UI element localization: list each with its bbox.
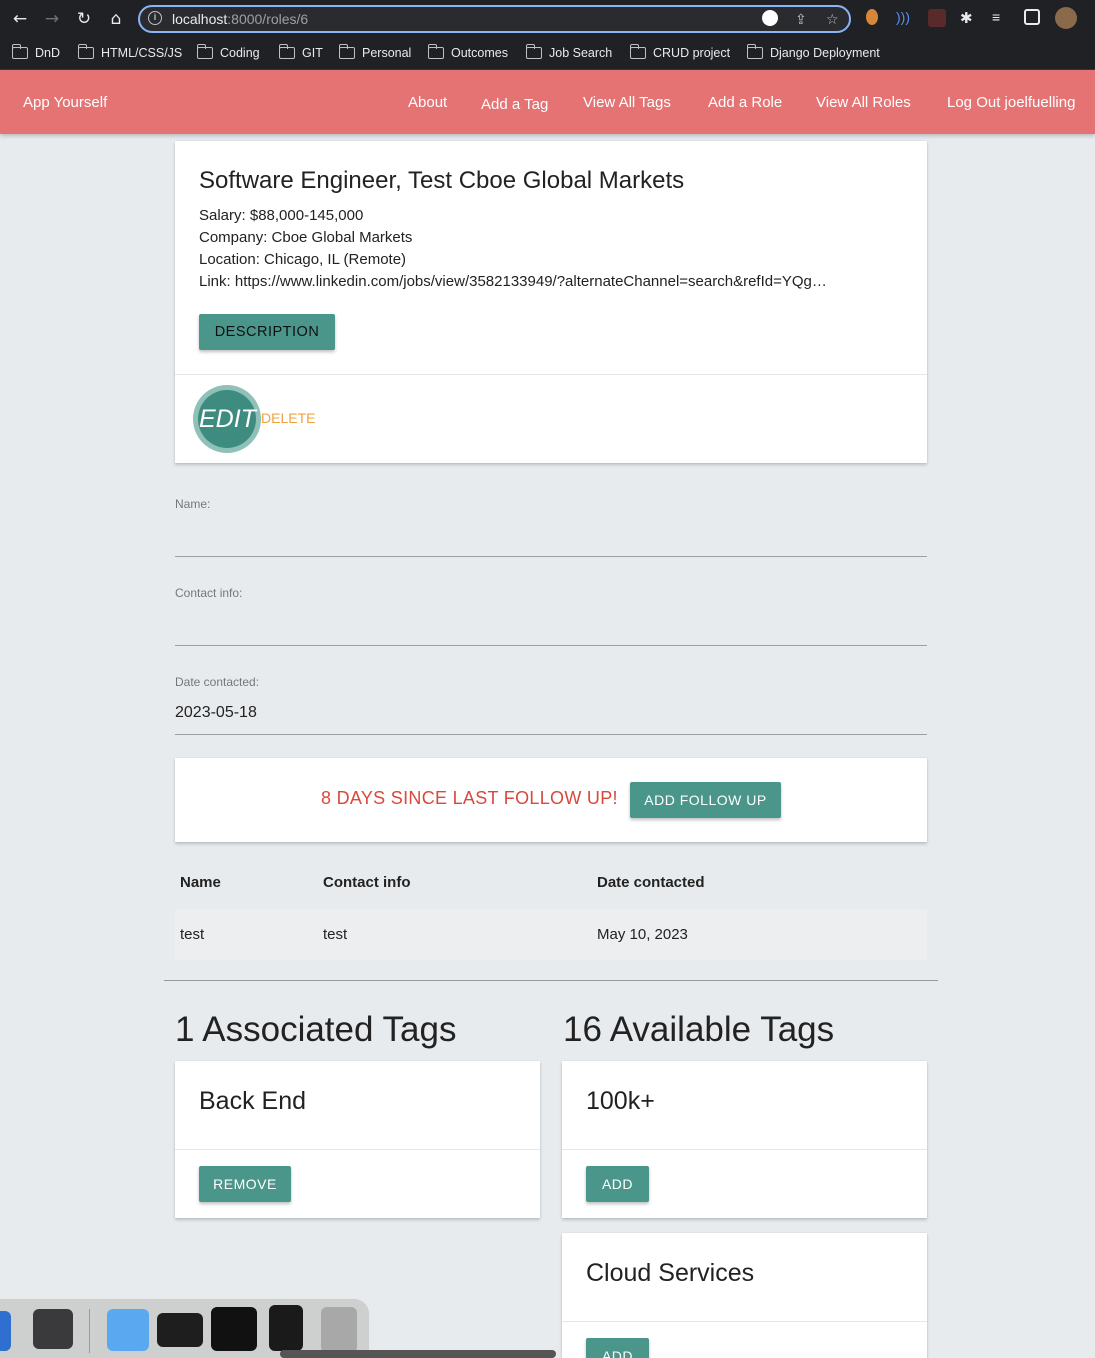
folder-icon <box>77 44 94 59</box>
reload-icon[interactable]: ↻ <box>73 8 95 30</box>
bookmarks-bar: DnD HTML/CSS/JS Coding GIT Personal Outc… <box>0 38 1095 70</box>
tag-card: Back End REMOVE <box>175 1061 540 1218</box>
contact-input-underline <box>175 645 927 646</box>
tag-name: 100k+ <box>586 1087 655 1115</box>
add-tag-button[interactable]: ADD <box>586 1166 649 1202</box>
table-header-date: Date contacted <box>597 874 705 891</box>
role-card: Software Engineer, Test Cboe Global Mark… <box>175 141 927 463</box>
table-cell-name: test <box>180 926 205 943</box>
card-actions: EDIT DELETE <box>175 375 927 463</box>
calculator-icon[interactable] <box>33 1309 73 1349</box>
spotify-window-icon[interactable] <box>211 1307 257 1351</box>
table-cell-date: May 10, 2023 <box>597 926 688 943</box>
remove-tag-button[interactable]: REMOVE <box>199 1166 291 1202</box>
bookmark-folder[interactable]: GIT <box>278 43 323 63</box>
role-location: Location: Chicago, IL (Remote) <box>199 251 407 268</box>
extension-wave-icon[interactable]: ))) <box>896 9 914 27</box>
description-button[interactable]: DESCRIPTION <box>199 314 335 350</box>
bookmark-folder[interactable]: Django Deployment <box>746 43 880 63</box>
folder-icon <box>11 44 28 59</box>
chrome-window-icon[interactable] <box>157 1313 203 1347</box>
bookmark-folder[interactable]: Coding <box>196 43 260 63</box>
address-bar[interactable]: i localhost:8000/roles/6 ⇪ ☆ <box>138 5 851 33</box>
name-input-underline <box>175 556 927 557</box>
playlist-icon[interactable]: ≡ <box>992 9 1010 27</box>
role-link[interactable]: Link: https://www.linkedin.com/jobs/view… <box>199 273 909 290</box>
macos-dock <box>0 1298 370 1358</box>
trash-icon[interactable] <box>321 1307 357 1353</box>
folder-icon <box>525 44 542 59</box>
add-followup-button[interactable]: ADD FOLLOW UP <box>630 782 781 818</box>
vscode-icon[interactable] <box>0 1311 11 1351</box>
tag-card: 100k+ ADD <box>562 1061 927 1218</box>
horizontal-scrollbar[interactable] <box>280 1350 556 1358</box>
associated-tags-heading: 1 Associated Tags <box>175 1010 457 1049</box>
section-divider <box>164 980 938 981</box>
extension-bars-icon[interactable] <box>928 9 946 27</box>
folder-icon <box>278 44 295 59</box>
folder-icon[interactable] <box>107 1309 149 1351</box>
bookmark-folder[interactable]: Personal <box>338 43 411 63</box>
extension-icon[interactable] <box>866 9 878 25</box>
home-icon[interactable]: ⌂ <box>105 8 127 30</box>
tag-name: Cloud Services <box>586 1259 755 1287</box>
share-icon[interactable]: ⇪ <box>795 11 807 28</box>
nav-view-tags[interactable]: View All Tags <box>583 94 671 111</box>
nav-logout[interactable]: Log Out joelfuelling <box>947 94 1075 111</box>
folder-icon <box>427 44 444 59</box>
bookmark-folder[interactable]: Outcomes <box>427 43 508 63</box>
bookmark-folder[interactable]: DnD <box>11 43 60 63</box>
delete-link[interactable]: DELETE <box>261 410 315 426</box>
site-info-icon[interactable]: i <box>148 11 162 25</box>
folder-icon <box>338 44 355 59</box>
url-path: :8000/roles/6 <box>227 11 309 27</box>
nav-add-role[interactable]: Add a Role <box>708 94 782 111</box>
google-lens-icon[interactable] <box>762 10 778 26</box>
folder-icon <box>746 44 763 59</box>
folder-icon <box>196 44 213 59</box>
date-contacted-input[interactable]: 2023-05-18 <box>175 704 257 722</box>
profile-avatar[interactable] <box>1055 7 1077 29</box>
bookmark-star-icon[interactable]: ☆ <box>826 11 839 28</box>
terminal-window-icon[interactable] <box>269 1305 303 1351</box>
table-row <box>175 909 927 960</box>
date-input-underline <box>175 734 927 735</box>
role-company: Company: Cboe Global Markets <box>199 229 413 246</box>
table-header-contact: Contact info <box>323 874 411 891</box>
bookmark-folder[interactable]: Job Search <box>525 43 612 63</box>
puzzle-icon[interactable]: ✱ <box>960 9 978 27</box>
available-tags-heading: 16 Available Tags <box>563 1010 835 1049</box>
app-navbar: App Yourself About Add a Tag View All Ta… <box>0 70 1095 134</box>
role-salary: Salary: $88,000-145,000 <box>199 207 364 224</box>
nav-view-roles[interactable]: View All Roles <box>816 94 911 111</box>
tag-name: Back End <box>199 1087 307 1115</box>
add-tag-button[interactable]: ADD <box>586 1338 649 1358</box>
nav-add-tag[interactable]: Add a Tag <box>481 96 548 113</box>
table-header-name: Name <box>180 874 221 891</box>
url-host: localhost <box>172 11 228 27</box>
folder-icon <box>629 44 646 59</box>
back-icon[interactable]: ← <box>9 8 31 30</box>
nav-about[interactable]: About <box>408 94 447 111</box>
forward-icon[interactable]: → <box>41 8 63 30</box>
role-title: Software Engineer, Test Cboe Global Mark… <box>199 167 685 194</box>
tag-card: Cloud Services ADD <box>562 1233 927 1358</box>
bookmark-folder[interactable]: HTML/CSS/JS <box>77 43 182 63</box>
edit-label[interactable]: EDIT <box>199 405 256 434</box>
browser-toolbar: ← → ↻ ⌂ i localhost:8000/roles/6 ⇪ ☆ )))… <box>0 0 1095 38</box>
followup-message: 8 DAYS SINCE LAST FOLLOW UP! <box>321 788 618 808</box>
side-panel-icon[interactable] <box>1024 9 1040 25</box>
name-label: Name: <box>175 497 211 511</box>
table-cell-contact: test <box>323 926 348 943</box>
date-contacted-label: Date contacted: <box>175 675 260 689</box>
contact-info-label: Contact info: <box>175 586 243 600</box>
followup-card: 8 DAYS SINCE LAST FOLLOW UP! ADD FOLLOW … <box>175 758 927 842</box>
bookmark-folder[interactable]: CRUD project <box>629 43 730 63</box>
brand-logo[interactable]: App Yourself <box>23 94 107 111</box>
